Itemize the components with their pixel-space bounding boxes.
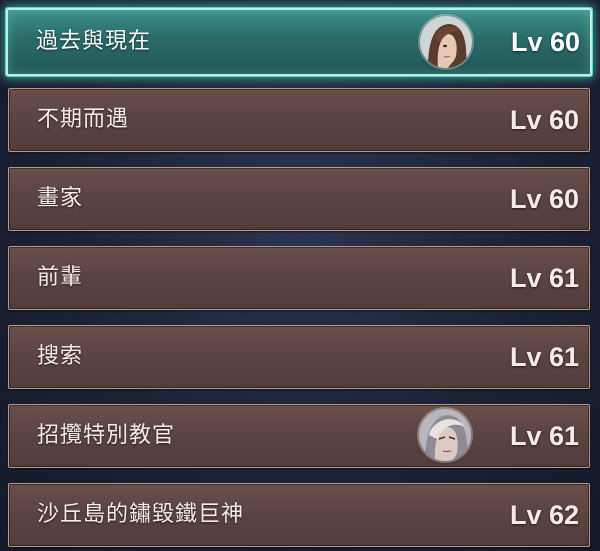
quest-row[interactable]: 招攬特別教官 Lv 61 bbox=[8, 404, 590, 468]
quest-title: 招攬特別教官 bbox=[37, 423, 176, 448]
quest-row-selected[interactable]: 過去與現在 Lv 60 bbox=[6, 8, 592, 76]
quest-level: Lv 60 bbox=[509, 105, 579, 135]
quest-level: Lv 62 bbox=[509, 500, 579, 530]
quest-title: 不期而遇 bbox=[37, 107, 130, 132]
quest-level: Lv 61 bbox=[509, 421, 579, 451]
quest-title: 搜索 bbox=[37, 344, 84, 369]
quest-level: Lv 61 bbox=[509, 263, 579, 293]
woman-portrait-icon bbox=[420, 16, 472, 68]
quest-title: 前輩 bbox=[37, 265, 84, 290]
quest-row[interactable]: 前輩 Lv 61 bbox=[8, 246, 590, 310]
quest-level: Lv 61 bbox=[509, 342, 579, 372]
quest-row[interactable]: 搜索 Lv 61 bbox=[8, 325, 590, 389]
quest-level: Lv 60 bbox=[510, 27, 580, 57]
quest-title: 沙丘島的鏽毀鐵巨神 bbox=[37, 502, 245, 527]
quest-row[interactable]: 不期而遇 Lv 60 bbox=[8, 88, 590, 152]
quest-row[interactable]: 沙丘島的鏽毀鐵巨神 Lv 62 bbox=[8, 483, 590, 547]
man-portrait-icon bbox=[419, 409, 471, 461]
quest-title: 過去與現在 bbox=[36, 29, 152, 54]
quest-level: Lv 60 bbox=[509, 184, 579, 214]
quest-list: 過去與現在 Lv 60 不期而遇 Lv 60 畫家 Lv 60 前輩 Lv 61… bbox=[0, 0, 600, 551]
quest-row[interactable]: 畫家 Lv 60 bbox=[8, 167, 590, 231]
quest-title: 畫家 bbox=[37, 186, 84, 211]
